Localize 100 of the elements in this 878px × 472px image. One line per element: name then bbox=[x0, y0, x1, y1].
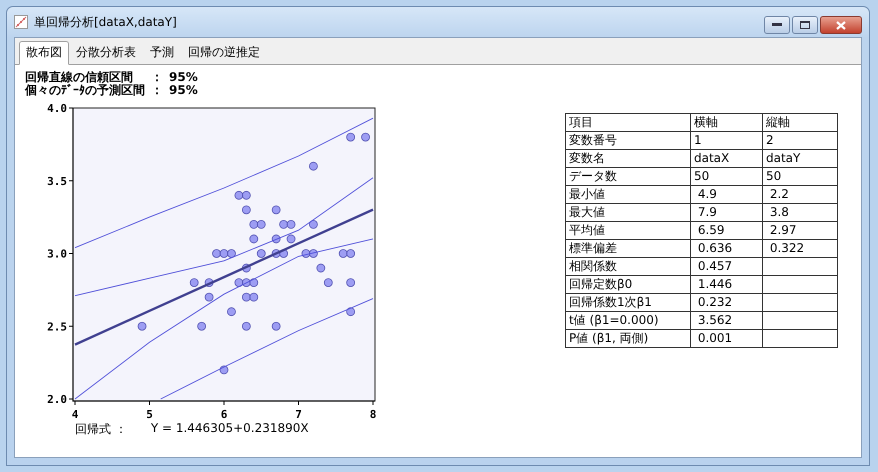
table-cell: データ数 bbox=[566, 168, 690, 186]
data-point bbox=[220, 366, 228, 374]
close-button[interactable] bbox=[820, 16, 862, 34]
axis-label: 5 bbox=[146, 408, 153, 421]
data-point bbox=[256, 220, 266, 229]
data-point bbox=[338, 249, 348, 258]
data-point bbox=[272, 249, 281, 258]
table-cell: 最大値 bbox=[566, 204, 690, 222]
interval-label: 個々のﾃﾞｰﾀの予測区間 bbox=[25, 84, 145, 97]
table-cell: 50 bbox=[690, 168, 762, 186]
tab[interactable]: 予測 bbox=[143, 41, 181, 65]
axis-label: 7 bbox=[295, 408, 302, 421]
data-point bbox=[346, 307, 356, 316]
interval-value: 95% bbox=[169, 84, 198, 97]
tab[interactable]: 散布図 bbox=[19, 41, 69, 65]
table-cell: 1.446 bbox=[690, 276, 762, 294]
data-point bbox=[279, 249, 288, 258]
data-point bbox=[242, 190, 251, 200]
table-cell: 0.322 bbox=[762, 240, 838, 258]
table-cell: dataY bbox=[762, 150, 838, 168]
table-cell: 回帰定数β0 bbox=[566, 276, 690, 294]
equation-label: 回帰式 ： bbox=[75, 421, 127, 438]
axis-label: 2.5 bbox=[47, 320, 67, 334]
table-cell: 0.457 bbox=[690, 258, 762, 276]
table-cell: P値 (β1, 両側) bbox=[566, 330, 690, 348]
table-cell: 0.636 bbox=[690, 240, 762, 258]
table-cell: 変数番号 bbox=[566, 132, 690, 150]
chart-icon bbox=[14, 15, 28, 29]
data-point bbox=[361, 132, 370, 142]
maximize-button[interactable] bbox=[792, 16, 818, 34]
data-point bbox=[190, 278, 199, 287]
column-header: 項目 bbox=[566, 114, 690, 132]
axis-label: 3.5 bbox=[47, 174, 67, 188]
interval-label: 回帰直線の信頼区間 bbox=[25, 71, 134, 84]
data-point bbox=[346, 132, 356, 142]
data-point bbox=[197, 322, 206, 331]
table-cell: 変数名 bbox=[566, 150, 690, 168]
data-point bbox=[272, 205, 281, 214]
data-point bbox=[227, 249, 236, 258]
data-point bbox=[286, 220, 296, 229]
data-point bbox=[272, 234, 281, 244]
data-point bbox=[242, 264, 251, 272]
data-point bbox=[309, 220, 318, 229]
axis-label: 4 bbox=[72, 408, 78, 421]
axis-label: 3.0 bbox=[47, 248, 67, 260]
data-point bbox=[286, 234, 296, 244]
table-cell: 3.562 bbox=[690, 312, 762, 330]
table-cell: 相関係数 bbox=[566, 258, 690, 276]
data-point bbox=[242, 322, 251, 331]
tab[interactable]: 回帰の逆推定 bbox=[181, 41, 267, 65]
interval-value: 95% bbox=[169, 71, 198, 84]
table-cell: dataX bbox=[690, 150, 762, 168]
data-point bbox=[138, 322, 146, 331]
table-cell: 7.9 bbox=[690, 204, 762, 222]
data-point bbox=[279, 220, 288, 229]
data-point bbox=[212, 249, 221, 258]
table-cell: 0.232 bbox=[690, 294, 762, 312]
close-icon bbox=[836, 20, 846, 30]
data-point bbox=[309, 249, 318, 258]
table-cell: 2.2 bbox=[762, 186, 838, 204]
maximize-icon bbox=[800, 21, 810, 29]
data-point bbox=[249, 220, 258, 229]
data-point bbox=[220, 249, 228, 258]
column-header: 横軸 bbox=[690, 114, 762, 132]
data-point bbox=[227, 307, 236, 316]
table-cell: 6.59 bbox=[690, 222, 762, 240]
table-cell: t値 (β1=0.000) bbox=[566, 312, 690, 330]
separator: ： bbox=[151, 71, 163, 84]
data-point bbox=[242, 205, 251, 214]
data-point bbox=[204, 292, 214, 302]
data-point bbox=[346, 278, 356, 287]
data-point bbox=[242, 292, 251, 302]
data-point bbox=[324, 278, 333, 287]
data-point bbox=[249, 234, 258, 244]
data-point bbox=[316, 264, 326, 272]
table-cell: 平均値 bbox=[566, 222, 690, 240]
window-title: 単回帰分析[dataX,dataY] bbox=[34, 14, 177, 30]
table-cell: 最小値 bbox=[566, 186, 690, 204]
table-cell: 4.9 bbox=[690, 186, 762, 204]
data-point bbox=[272, 322, 281, 331]
table-cell: 2.97 bbox=[762, 222, 838, 240]
equation: Y = 1.446305+0.231890X bbox=[150, 421, 309, 437]
column-header: 縦軸 bbox=[762, 114, 838, 132]
data-point bbox=[204, 278, 214, 287]
table-cell: 標準偏差 bbox=[566, 240, 690, 258]
data-point bbox=[249, 278, 258, 287]
axis-label: 8 bbox=[370, 408, 376, 421]
minimize-button[interactable] bbox=[764, 16, 790, 34]
data-point bbox=[302, 249, 310, 258]
data-point bbox=[249, 292, 258, 302]
table-cell: 3.8 bbox=[762, 204, 838, 222]
minimize-icon bbox=[772, 23, 782, 27]
data-point bbox=[256, 249, 266, 258]
table-cell: 0.001 bbox=[690, 330, 762, 348]
table-cell: 1 bbox=[690, 132, 762, 150]
data-point bbox=[234, 190, 244, 200]
tab[interactable]: 分散分析表 bbox=[69, 41, 143, 65]
axis-label: 6 bbox=[220, 408, 228, 421]
axis-label: 4.0 bbox=[47, 102, 67, 115]
table-cell: 2 bbox=[762, 132, 838, 150]
